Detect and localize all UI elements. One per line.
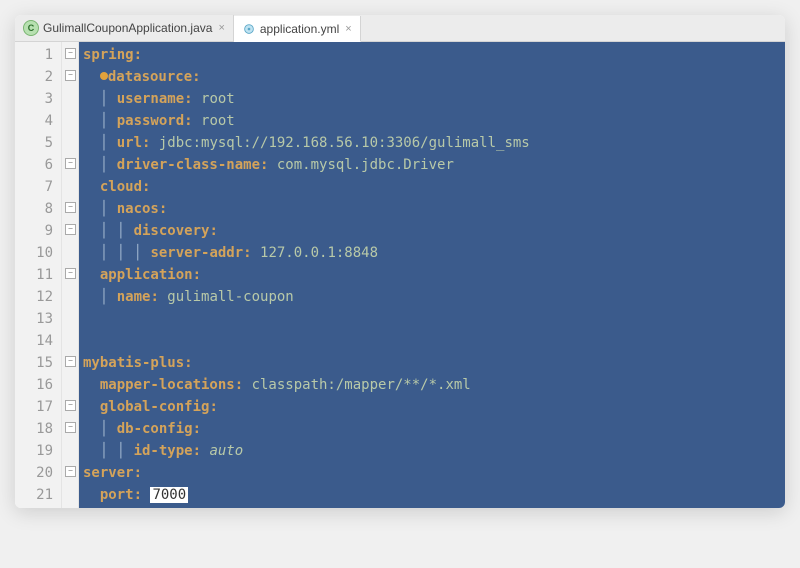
line-number: 9 [27,220,53,242]
code-line: │ │ │ server-addr: 127.0.0.1:8848 [83,242,785,264]
code-line: │ url: jdbc:mysql://192.168.56.10:3306/g… [83,132,785,154]
line-number: 10 [27,242,53,264]
code-line: │ password: root [83,110,785,132]
fold-toggle[interactable] [65,70,76,81]
code-editor[interactable]: 1 2 3 4 5 6 7 8 9 10 11 12 13 14 15 16 1… [15,42,785,508]
line-number: 16 [27,374,53,396]
selection-highlight: 7000 [150,487,188,503]
code-line: server: [83,462,785,484]
tab-label: GulimallCouponApplication.java [43,21,212,35]
code-line: spring: [83,44,785,66]
ide-window: C GulimallCouponApplication.java × appli… [15,15,785,508]
fold-toggle[interactable] [65,400,76,411]
fold-toggle[interactable] [65,356,76,367]
line-number: 20 [27,462,53,484]
line-number: 1 [27,44,53,66]
code-line: datasource: [83,66,785,88]
code-line [83,308,785,330]
tab-label: application.yml [260,22,339,36]
code-line: │ username: root [83,88,785,110]
line-number: 5 [27,132,53,154]
code-line: mapper-locations: classpath:/mapper/**/*… [83,374,785,396]
fold-toggle[interactable] [65,422,76,433]
class-icon: C [23,20,39,36]
fold-toggle[interactable] [65,202,76,213]
line-number: 6 [27,154,53,176]
line-number-gutter: 1 2 3 4 5 6 7 8 9 10 11 12 13 14 15 16 1… [15,42,62,508]
code-area[interactable]: spring: datasource: │ username: root │ p… [79,42,785,508]
line-number: 19 [27,440,53,462]
tab-java-file[interactable]: C GulimallCouponApplication.java × [15,15,234,41]
code-line: │ nacos: [83,198,785,220]
fold-toggle[interactable] [65,158,76,169]
fold-toggle[interactable] [65,268,76,279]
fold-toggle[interactable] [65,466,76,477]
line-number: 2 [27,66,53,88]
code-line: │ db-config: [83,418,785,440]
fold-toggle[interactable] [65,224,76,235]
close-icon[interactable]: × [345,23,351,35]
code-line [83,330,785,352]
fold-gutter [62,42,79,508]
line-number: 14 [27,330,53,352]
code-line: global-config: [83,396,785,418]
warning-dot-icon [100,72,108,80]
tab-bar: C GulimallCouponApplication.java × appli… [15,15,785,42]
line-number: 18 [27,418,53,440]
code-line: │ driver-class-name: com.mysql.jdbc.Driv… [83,154,785,176]
close-icon[interactable]: × [218,22,224,34]
line-number: 21 [27,484,53,506]
line-number: 17 [27,396,53,418]
fold-toggle[interactable] [65,48,76,59]
line-number: 12 [27,286,53,308]
code-line: │ │ discovery: [83,220,785,242]
code-line: port: 7000 [83,484,785,506]
code-line: mybatis-plus: [83,352,785,374]
code-line: │ name: gulimall-coupon [83,286,785,308]
line-number: 8 [27,198,53,220]
code-line: cloud: [83,176,785,198]
line-number: 3 [27,88,53,110]
tab-yaml-file[interactable]: application.yml × [234,16,361,42]
line-number: 4 [27,110,53,132]
line-number: 15 [27,352,53,374]
code-line: │ │ id-type: auto [83,440,785,462]
code-line: application: [83,264,785,286]
line-number: 7 [27,176,53,198]
line-number: 11 [27,264,53,286]
line-number: 13 [27,308,53,330]
yaml-icon [242,22,256,36]
